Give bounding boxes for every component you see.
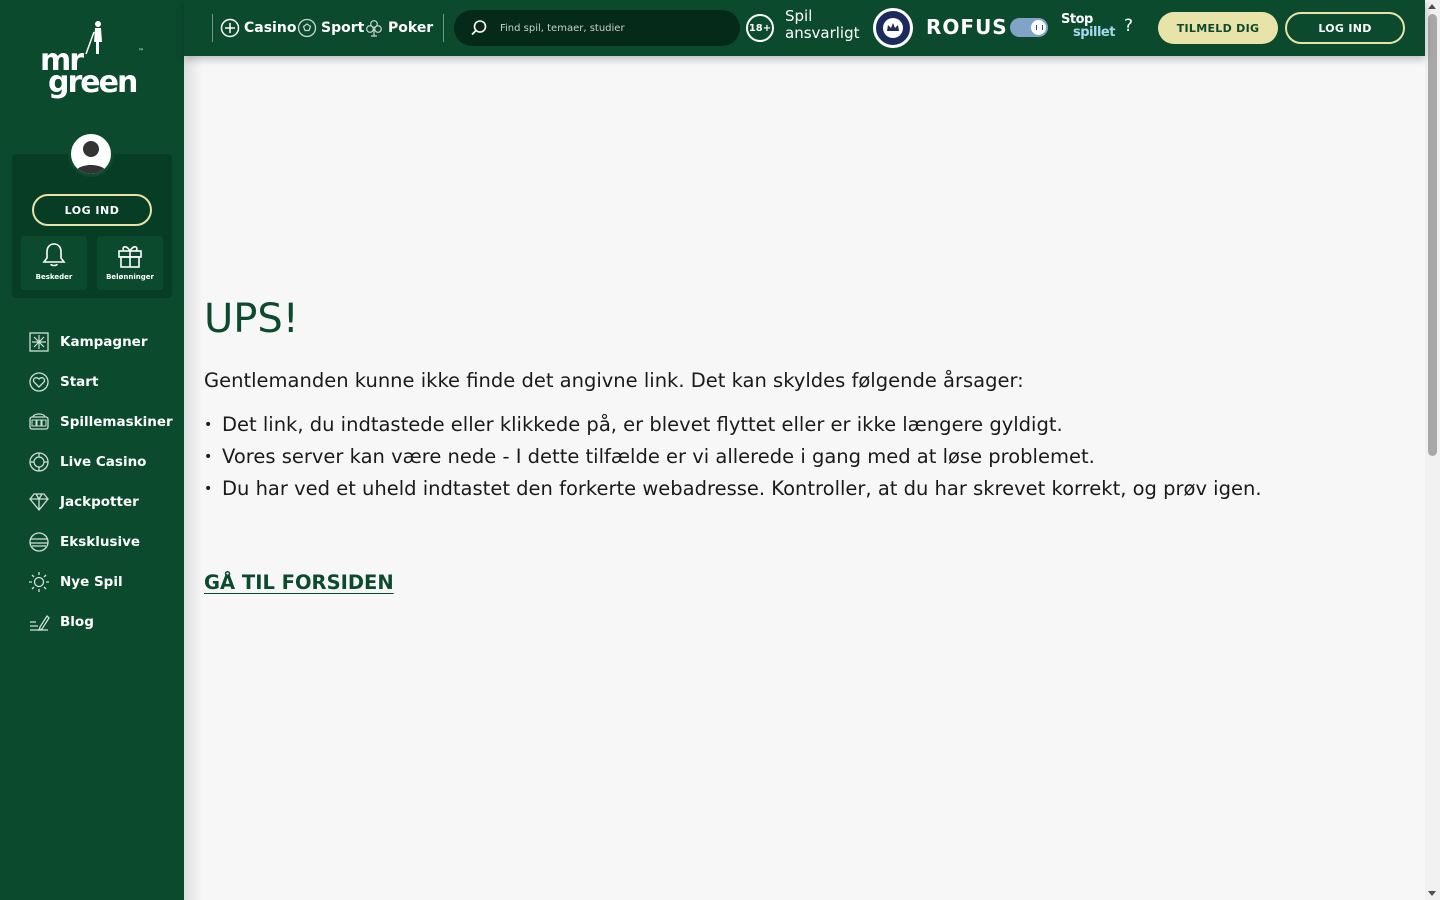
casino-chip-icon <box>220 18 240 38</box>
diamond-icon <box>29 493 49 512</box>
avatar[interactable] <box>68 131 114 177</box>
globe-stripes-icon <box>29 532 49 552</box>
responsible-gaming-link[interactable]: Spil ansvarligt <box>785 8 860 42</box>
heart-icon <box>29 372 49 392</box>
pen-lines-icon <box>30 614 50 632</box>
user-silhouette-icon <box>75 141 107 174</box>
sidebar-item-spillemaskiner[interactable]: Spillemaskiner <box>28 402 173 442</box>
sidebar-item-eksklusive[interactable]: Eksklusive <box>28 522 173 562</box>
tab-casino-label: Casino <box>244 20 297 36</box>
search-input[interactable] <box>500 22 720 34</box>
sidebar-item-label: Blog <box>60 614 94 630</box>
bell-icon <box>42 243 66 267</box>
help-button[interactable]: ? <box>1124 16 1133 36</box>
club-icon <box>366 20 382 37</box>
sidebar-item-nye-spil[interactable]: Nye Spil <box>28 562 173 602</box>
scroll-thumb[interactable] <box>1428 14 1437 456</box>
page-scrollbar[interactable] <box>1425 0 1440 900</box>
responsible-line2: ansvarligt <box>785 24 860 42</box>
logo-trademark: ™ <box>138 48 144 55</box>
chip-icon <box>29 452 49 472</box>
sidebar-nav: Kampagner Start Spillemaskiner Live Casi… <box>28 322 173 642</box>
crown-crest-icon <box>883 18 903 38</box>
slot-machine-icon <box>29 413 49 430</box>
sidebar-item-blog[interactable]: Blog <box>28 602 173 642</box>
tab-sport[interactable]: Sport <box>297 16 364 40</box>
sidebar-item-jackpotter[interactable]: Jackpotter <box>28 482 173 522</box>
divider <box>212 14 213 42</box>
rewards-label: Belønninger <box>106 273 154 281</box>
snowflake-grid-icon <box>29 332 49 352</box>
gift-icon <box>118 246 142 268</box>
messages-label: Beskeder <box>35 273 73 281</box>
sidebar-item-label: Start <box>60 374 99 390</box>
error-description: Gentlemanden kunne ikke finde det angivn… <box>204 369 1024 392</box>
signup-button[interactable]: TILMELD DIG <box>1158 12 1278 44</box>
main-content: UPS! Gentlemanden kunne ikke finde det a… <box>184 56 1425 900</box>
sidebar-item-live-casino[interactable]: Live Casino <box>28 442 173 482</box>
logo-text-green: green <box>48 65 138 100</box>
list-item: Du har ved et uheld indtastet den forker… <box>204 473 1374 505</box>
tab-poker[interactable]: Poker <box>364 16 433 40</box>
go-to-homepage-link[interactable]: GÅ TIL FORSIDEN <box>204 571 394 594</box>
sidebar-item-kampagner[interactable]: Kampagner <box>28 322 173 362</box>
stop-line2: spillet <box>1073 25 1115 40</box>
login-button[interactable]: LOG IND <box>1285 12 1405 44</box>
stop-spillet-link[interactable]: Stop spillet <box>1061 13 1115 39</box>
sun-icon <box>29 572 49 592</box>
search-bar <box>454 10 740 46</box>
sidebar-item-start[interactable]: Start <box>28 362 173 402</box>
responsible-line1: Spil <box>785 7 813 25</box>
sidebar-login-button[interactable]: LOG IND <box>32 194 152 226</box>
gentleman-figure-icon <box>85 21 102 55</box>
sidebar-item-label: Live Casino <box>60 454 147 470</box>
toggle-knob <box>1031 20 1046 35</box>
list-item: Det link, du indtastede eller klikkede p… <box>204 409 1374 441</box>
sidebar-item-label: Eksklusive <box>60 534 141 550</box>
list-item: Vores server kan være nede - I dette til… <box>204 441 1374 473</box>
sidebar-item-label: Jackpotter <box>60 494 139 510</box>
scroll-up-arrow[interactable] <box>1428 4 1436 9</box>
sidebar-item-label: Nye Spil <box>60 574 123 590</box>
mr-green-logo[interactable]: mr green ™ <box>38 20 146 102</box>
tab-sport-label: Sport <box>321 20 365 36</box>
reasons-list: Det link, du indtastede eller klikkede p… <box>204 409 1374 505</box>
soccer-ball-icon <box>297 18 317 38</box>
messages-tile[interactable]: Beskeder <box>21 236 87 290</box>
tab-casino[interactable]: Casino <box>220 16 296 40</box>
rofus-label[interactable]: ROFUS <box>926 15 1008 39</box>
search-icon[interactable] <box>470 19 488 37</box>
tab-poker-label: Poker <box>388 20 434 36</box>
topbar: Casino Sport Poker 18+ Spil ansvarligt R… <box>184 0 1425 56</box>
page-title: UPS! <box>204 296 299 342</box>
scroll-down-arrow[interactable] <box>1428 891 1436 896</box>
gambling-authority-seal[interactable] <box>873 8 913 48</box>
rewards-tile[interactable]: Belønninger <box>97 236 163 290</box>
sidebar: mr green ™ LOG IND Beskeder Belønninger … <box>0 0 184 900</box>
divider <box>443 14 444 42</box>
sidebar-item-label: Spillemaskiner <box>60 414 173 430</box>
age-limit-badge: 18+ <box>746 14 774 42</box>
sidebar-item-label: Kampagner <box>60 334 148 350</box>
rofus-toggle[interactable] <box>1010 18 1048 37</box>
